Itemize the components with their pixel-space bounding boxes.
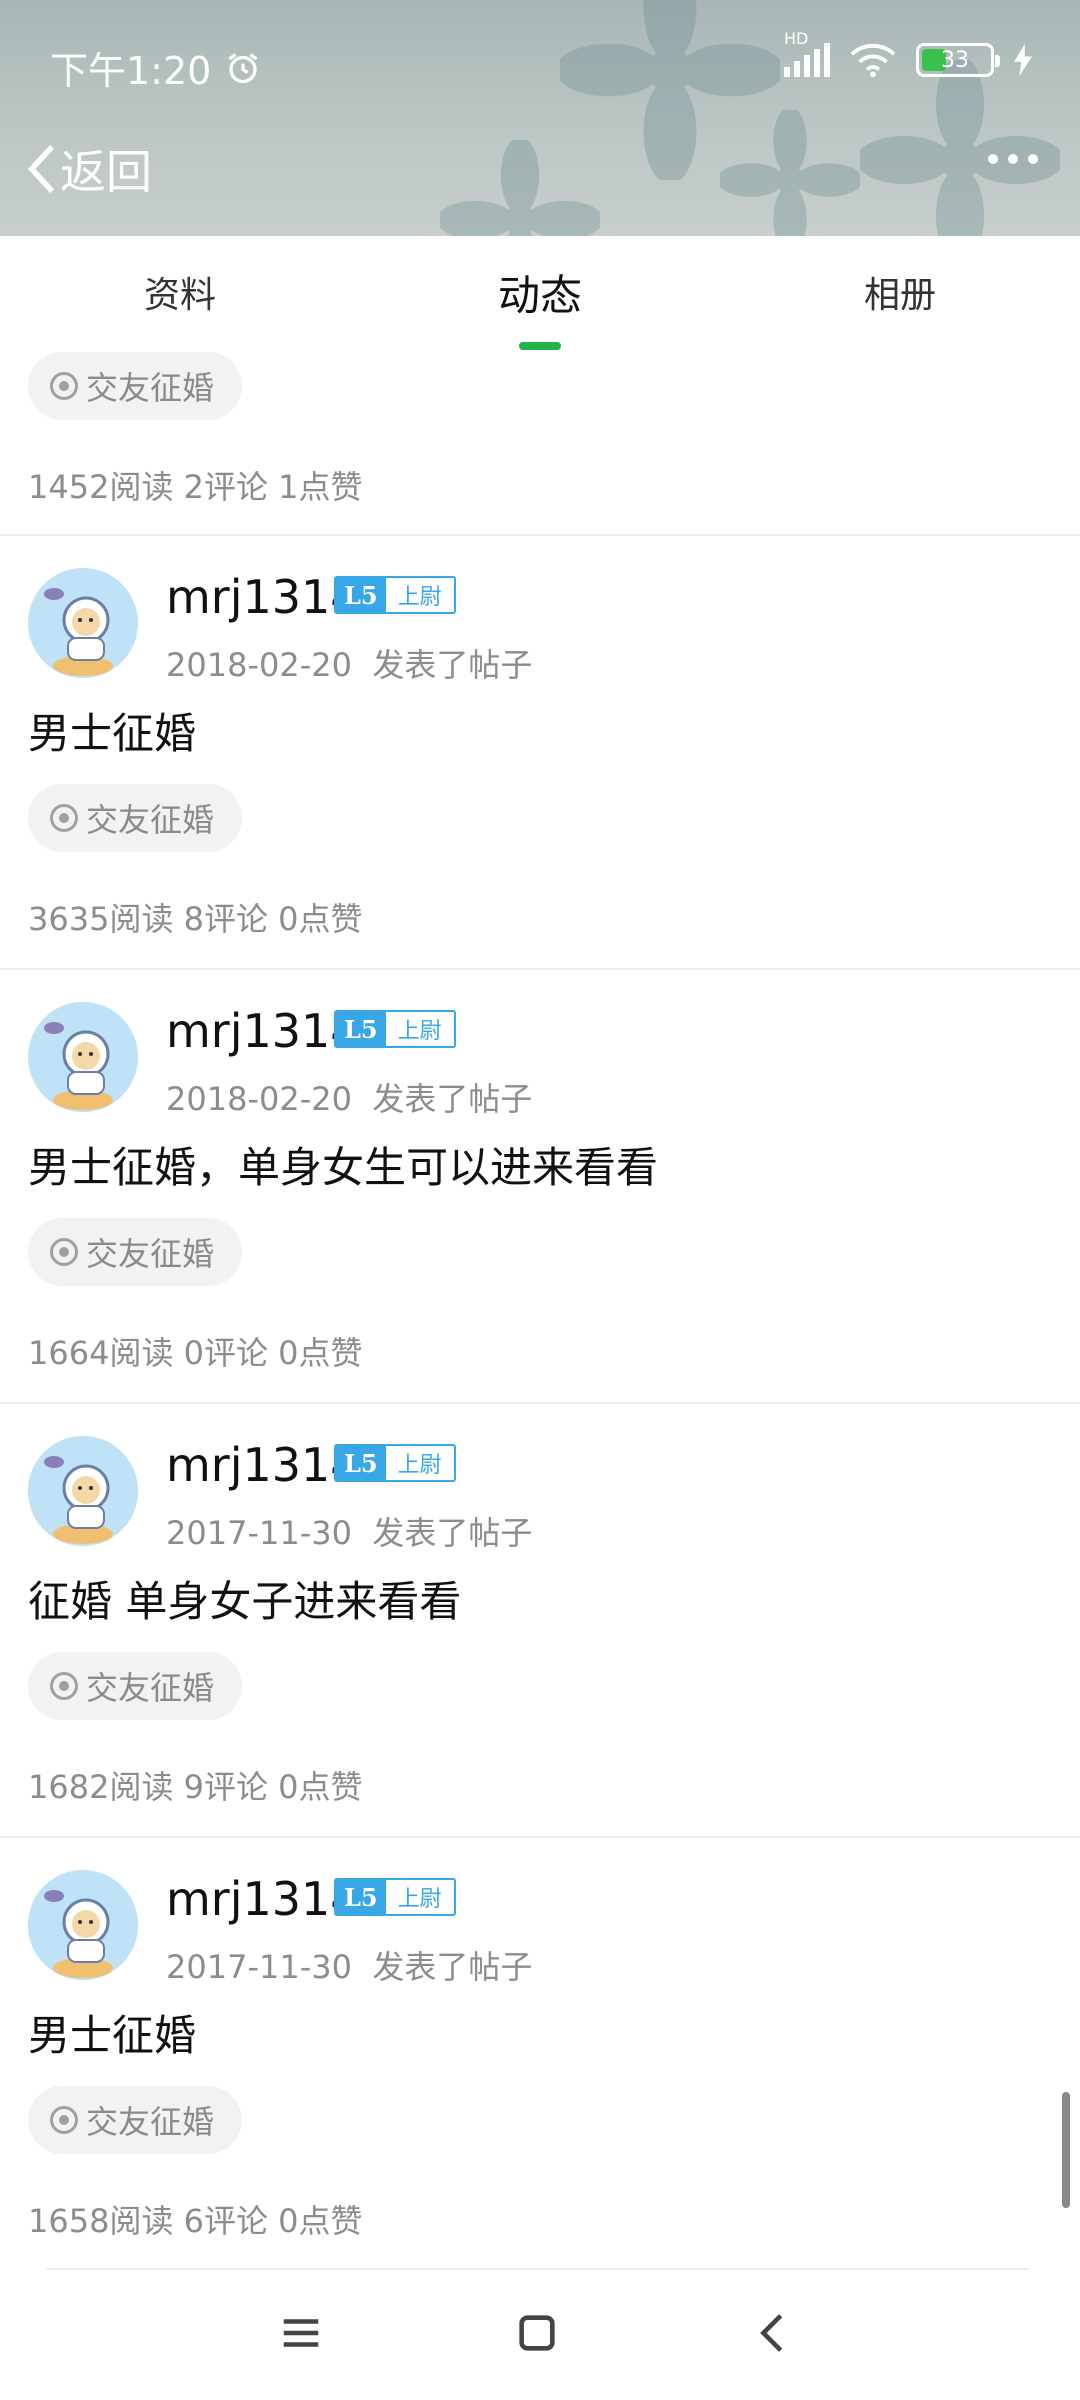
- tab-activity[interactable]: 动态: [440, 262, 640, 323]
- dot-icon: [1028, 154, 1038, 164]
- level-badge: L5 上尉: [334, 576, 456, 614]
- avatar[interactable]: [28, 1002, 138, 1112]
- avatar[interactable]: [28, 568, 138, 678]
- rank-label: 上尉: [385, 578, 454, 612]
- username[interactable]: mrj1314: [166, 1438, 360, 1492]
- topic-icon: [50, 804, 78, 832]
- clock-text: 下午1:20: [50, 49, 212, 93]
- top-nav: 返回: [0, 128, 1080, 210]
- battery-icon: 33: [916, 43, 1000, 77]
- level-badge: L5 上尉: [334, 1878, 456, 1916]
- scrollbar[interactable]: [1062, 2092, 1070, 2208]
- topic-icon: [50, 1672, 78, 1700]
- post-title[interactable]: 征婚 单身女子进来看看: [28, 1568, 461, 1629]
- post-meta: 2017-11-30 发表了帖子: [166, 1508, 532, 1554]
- post-meta: 2018-02-20 发表了帖子: [166, 640, 532, 686]
- home-icon[interactable]: [514, 2310, 560, 2356]
- post-item[interactable]: mrj1314 L5 上尉 2018-02-20 发表了帖子 男士征婚，单身女生…: [0, 970, 1080, 1404]
- back-nav-icon[interactable]: [750, 2310, 796, 2356]
- profile-header: 下午1:20 HD 33 返回: [0, 0, 1080, 236]
- post-date: 2018-02-20: [166, 1080, 352, 1118]
- post-title[interactable]: 男士征婚: [28, 2002, 196, 2063]
- topic-tag[interactable]: 交友征婚: [28, 1652, 243, 1720]
- system-nav-bar: [0, 2270, 1080, 2400]
- level-badge: L5 上尉: [334, 1444, 456, 1482]
- topic-icon: [50, 372, 78, 400]
- astronaut-avatar-icon: [28, 1436, 138, 1546]
- rank-label: 上尉: [385, 1012, 454, 1046]
- topic-tag-label: 交友征婚: [86, 1669, 215, 1707]
- topic-tag-label: 交友征婚: [86, 2103, 215, 2141]
- tab-bar: 资料 动态 相册: [0, 236, 1080, 352]
- rank-label: 上尉: [385, 1880, 454, 1914]
- wifi-icon: [850, 44, 896, 78]
- status-time: 下午1:20: [50, 40, 261, 95]
- active-tab-indicator: [519, 342, 561, 350]
- username[interactable]: mrj1314: [166, 1004, 360, 1058]
- post-action: 发表了帖子: [372, 1080, 533, 1118]
- signal-icon: HD: [784, 29, 830, 77]
- post-item[interactable]: mrj1314 L5 上尉 2018-02-20 发表了帖子 男士征婚 交友征婚…: [0, 536, 1080, 970]
- topic-tag[interactable]: 交友征婚: [28, 784, 243, 852]
- topic-tag[interactable]: 交友征婚: [28, 1218, 243, 1286]
- charging-icon: [1014, 44, 1032, 76]
- post-stats: 1658阅读 6评论 0点赞: [28, 2202, 363, 2240]
- level-label: L5: [336, 578, 386, 612]
- post-meta: 2017-11-30 发表了帖子: [166, 1942, 532, 1988]
- post-stats: 1452阅读 2评论 1点赞: [28, 468, 363, 506]
- post-item[interactable]: mrj1314 L5 上尉 2017-11-30 发表了帖子 征婚 单身女子进来…: [0, 1404, 1080, 1838]
- menu-icon[interactable]: [278, 2310, 324, 2356]
- username[interactable]: mrj1314: [166, 570, 360, 624]
- post-stats: 1664阅读 0评论 0点赞: [28, 1334, 363, 1372]
- tab-profile-info[interactable]: 资料: [80, 266, 280, 318]
- topic-tag[interactable]: 交友征婚: [28, 352, 243, 420]
- post-stats: 1682阅读 9评论 0点赞: [28, 1768, 363, 1806]
- post-date: 2018-02-20: [166, 646, 352, 684]
- dot-icon: [1008, 154, 1018, 164]
- post-title[interactable]: 男士征婚，单身女生可以进来看看: [28, 1134, 658, 1195]
- topic-tag[interactable]: 交友征婚: [28, 2086, 243, 2154]
- level-label: L5: [336, 1880, 386, 1914]
- username[interactable]: mrj1314: [166, 1872, 360, 1926]
- post-meta: 2018-02-20 发表了帖子: [166, 1074, 532, 1120]
- dot-icon: [988, 154, 998, 164]
- back-button[interactable]: 返回: [26, 136, 152, 202]
- tab-album[interactable]: 相册: [800, 266, 1000, 318]
- post-stats: 3635阅读 8评论 0点赞: [28, 900, 363, 938]
- topic-icon: [50, 2106, 78, 2134]
- astronaut-avatar-icon: [28, 568, 138, 678]
- activity-feed: 交友征婚 1452阅读 2评论 1点赞 mrj1314 L5 上尉 2018-0…: [0, 352, 1080, 2268]
- more-options-button[interactable]: [988, 154, 1038, 164]
- post-date: 2017-11-30: [166, 1514, 352, 1552]
- chevron-left-icon: [27, 144, 55, 194]
- topic-tag-label: 交友征婚: [86, 369, 215, 407]
- post-title[interactable]: 男士征婚: [28, 700, 196, 761]
- avatar[interactable]: [28, 1870, 138, 1980]
- topic-icon: [50, 1238, 78, 1266]
- post-action: 发表了帖子: [372, 646, 533, 684]
- status-bar: 下午1:20 HD 33: [0, 0, 1080, 120]
- status-icons: HD 33: [784, 29, 1032, 78]
- post-item[interactable]: mrj1314 L5 上尉 2017-11-30 发表了帖子 男士征婚 交友征婚…: [0, 1838, 1080, 2268]
- post-action: 发表了帖子: [372, 1514, 533, 1552]
- alarm-icon: [228, 52, 258, 83]
- astronaut-avatar-icon: [28, 1002, 138, 1112]
- level-badge: L5 上尉: [334, 1010, 456, 1048]
- astronaut-avatar-icon: [28, 1870, 138, 1980]
- avatar[interactable]: [28, 1436, 138, 1546]
- back-label: 返回: [60, 145, 152, 199]
- topic-tag-label: 交友征婚: [86, 801, 215, 839]
- post-action: 发表了帖子: [372, 1948, 533, 1986]
- level-label: L5: [336, 1446, 386, 1480]
- battery-level: 33: [941, 47, 969, 73]
- post-date: 2017-11-30: [166, 1948, 352, 1986]
- rank-label: 上尉: [385, 1446, 454, 1480]
- topic-tag-label: 交友征婚: [86, 1235, 215, 1273]
- level-label: L5: [336, 1012, 386, 1046]
- network-type-label: HD: [784, 29, 809, 48]
